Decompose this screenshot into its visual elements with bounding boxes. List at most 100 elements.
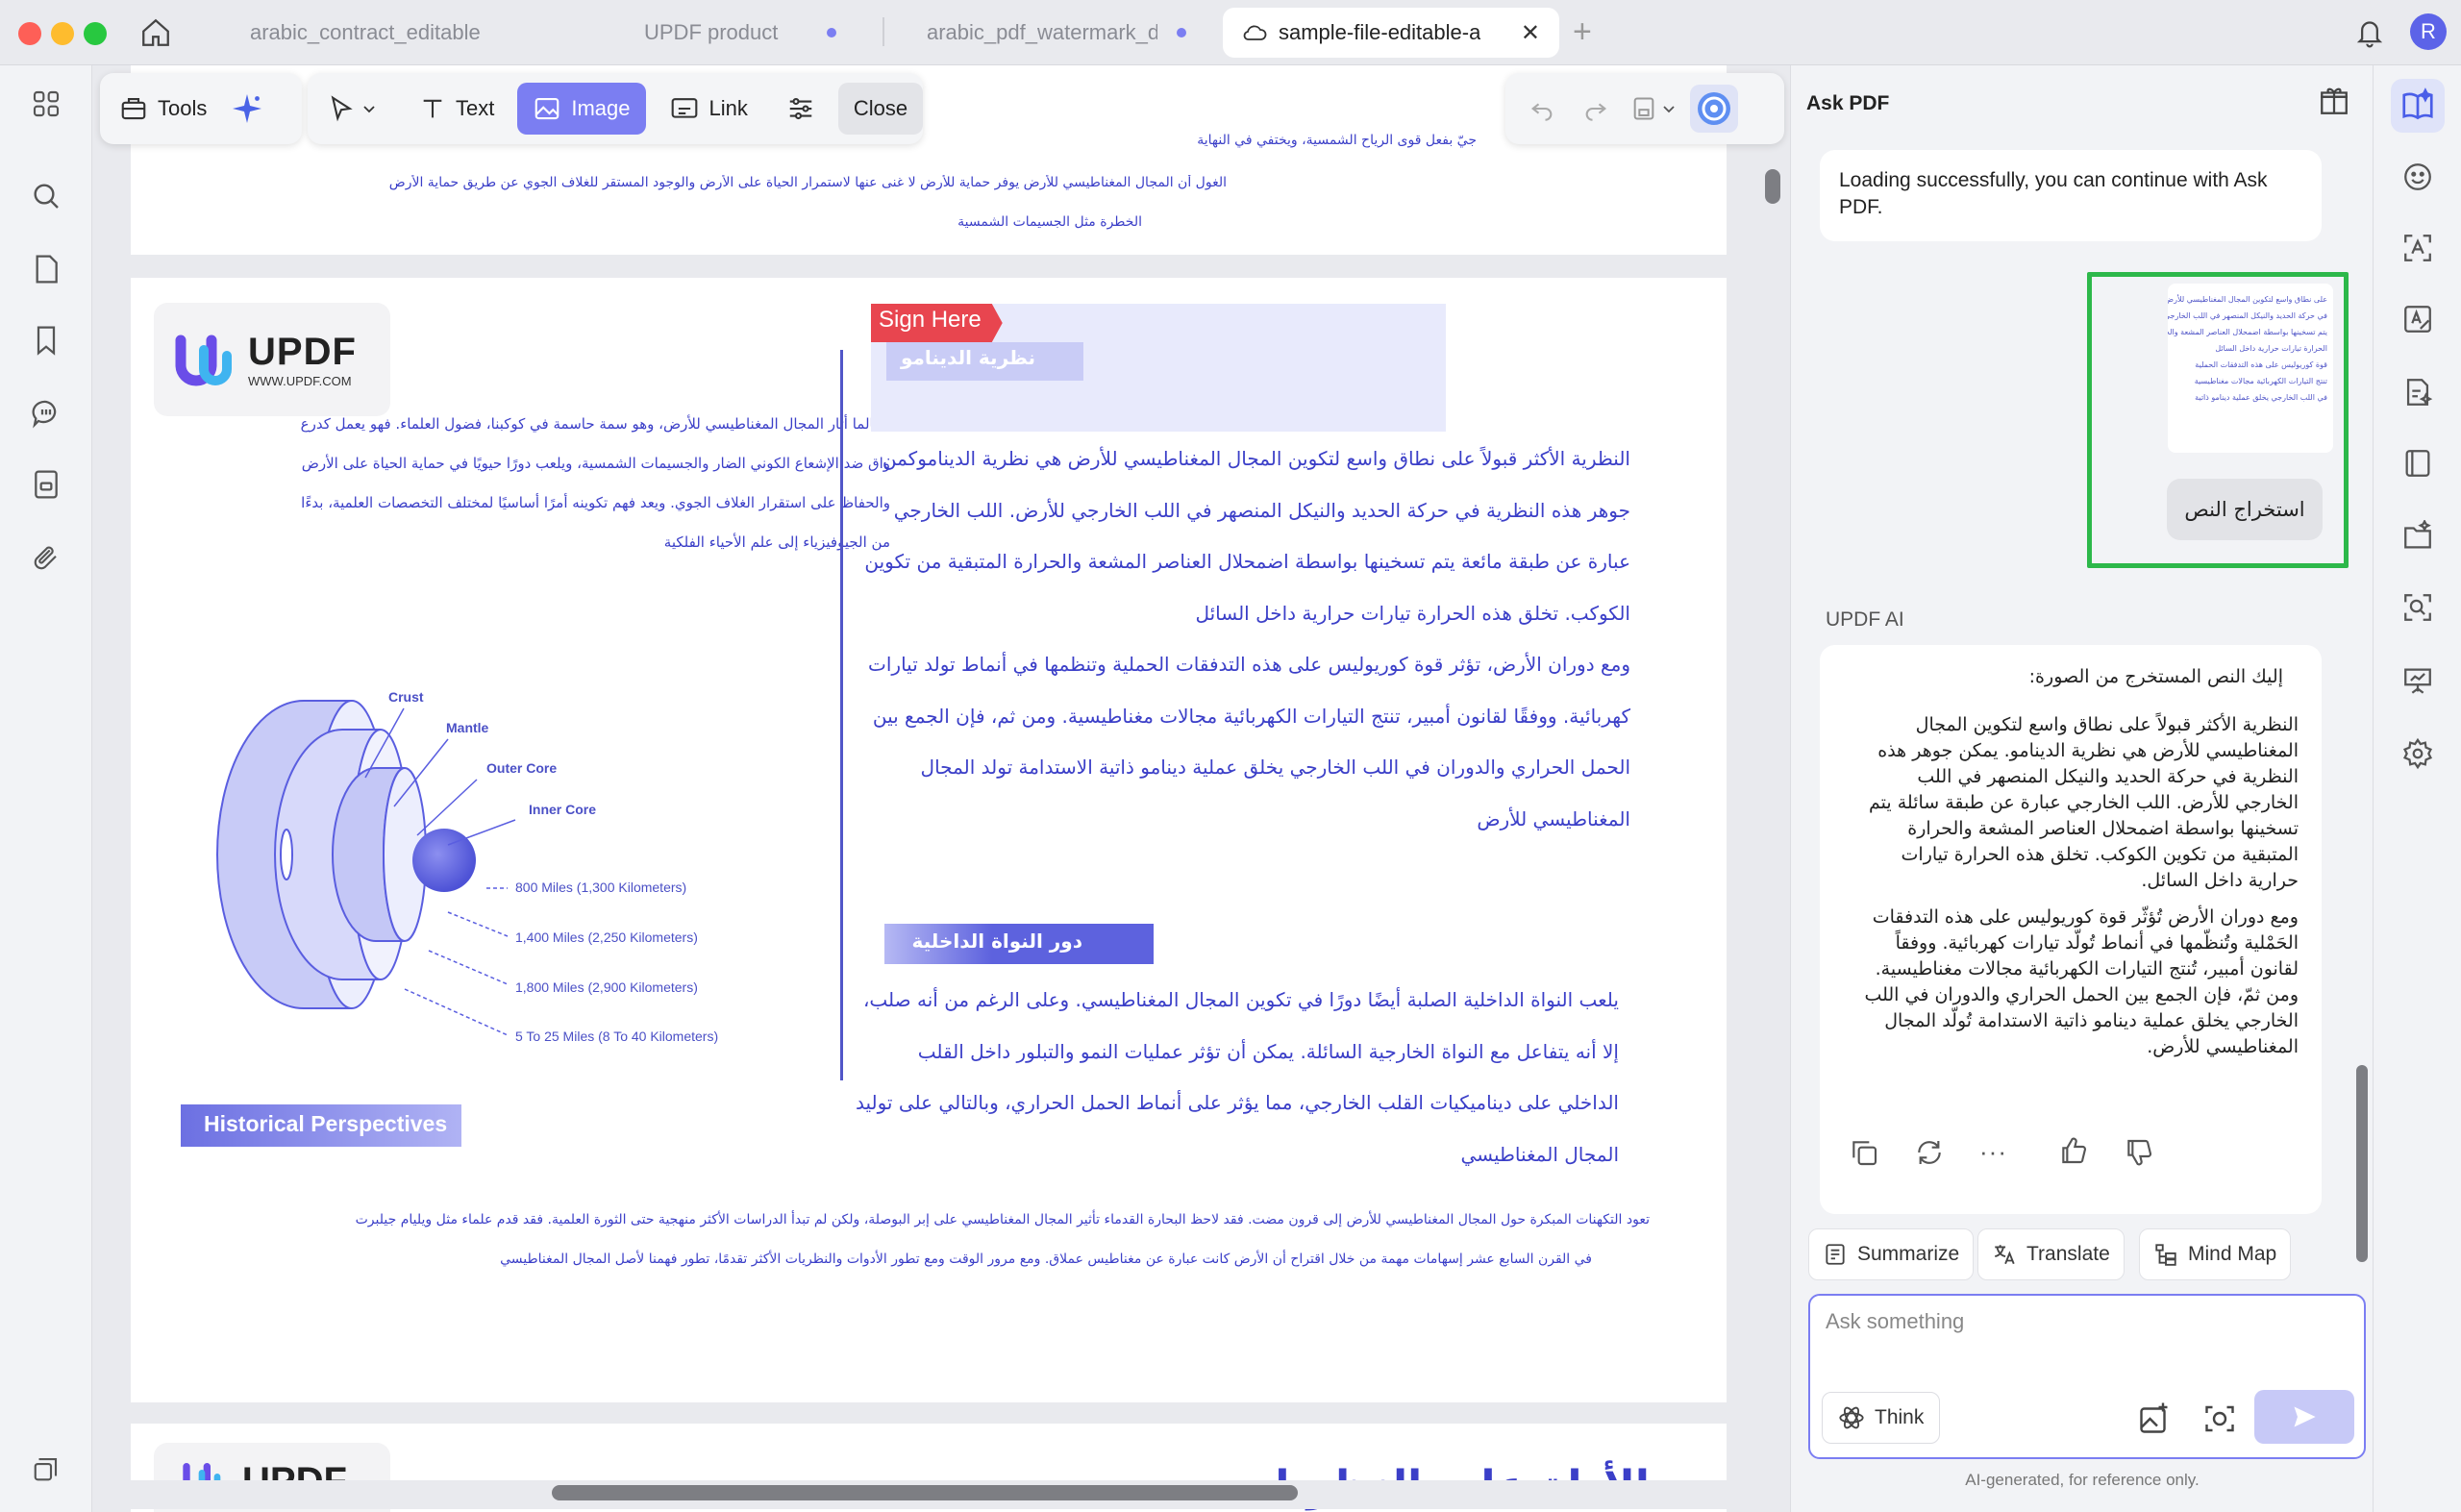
settings-gear-icon[interactable] — [2399, 734, 2437, 773]
sign-here-tag[interactable]: Sign Here — [871, 304, 1003, 342]
thumbs-down-icon[interactable] — [2124, 1137, 2154, 1168]
home-icon[interactable] — [139, 16, 172, 49]
panel-scrollbar-thumb[interactable] — [2356, 1065, 2368, 1262]
label-distance-4: 5 To 25 Miles (8 To 40 Kilometers) — [515, 1029, 719, 1044]
redo-icon — [1585, 103, 1607, 121]
save-button[interactable] — [1627, 83, 1680, 135]
ai-paragraph-2: ومع دوران الأرض تُؤثّر قوة كوريوليس على … — [1837, 905, 2299, 1060]
label-distance-1: 800 Miles (1,300 Kilometers) — [515, 880, 687, 895]
thumb-line: في اللب الخارجي يخلق عملية دينامو ذاتية — [2195, 393, 2327, 402]
tools-button[interactable]: Tools — [104, 83, 222, 135]
tab-arabic-contract[interactable]: arabic_contract_editable — [231, 8, 510, 58]
left-sidebar — [0, 65, 92, 1512]
presentation-icon[interactable] — [2399, 661, 2437, 700]
user-avatar[interactable]: R — [2410, 13, 2447, 50]
cloud-icon — [1242, 22, 1267, 43]
ocr-icon[interactable] — [2399, 229, 2437, 267]
intro-paragraph: لطالما أثار المجال المغناطيسي للأرض، وهو… — [169, 403, 890, 562]
select-tool-button[interactable] — [319, 83, 385, 135]
toolbox-icon — [121, 97, 146, 120]
text-line: تعود التكهنات المبكرة حول المجال المغناط… — [355, 1212, 1650, 1227]
layers-icon[interactable] — [27, 1450, 65, 1488]
properties-button[interactable] — [771, 83, 831, 135]
notification-bell-icon[interactable] — [2354, 16, 2385, 49]
batch-ai-icon[interactable] — [2399, 517, 2437, 556]
logo-name: UPDF — [248, 331, 357, 373]
ask-input[interactable]: Ask something — [1826, 1309, 1964, 1334]
new-tab-button[interactable]: + — [1573, 13, 1592, 51]
thumbs-up-icon[interactable] — [2058, 1135, 2089, 1166]
add-image-icon[interactable] — [2137, 1401, 2172, 1436]
edit-text-icon[interactable] — [2399, 300, 2437, 338]
gift-icon[interactable] — [2318, 85, 2350, 117]
tab-arabic-watermark[interactable]: arabic_pdf_watermark_de — [907, 8, 1206, 58]
close-edit-button[interactable]: Close — [837, 83, 924, 135]
minimize-window-button[interactable] — [51, 22, 74, 45]
ai-paragraph-1: النظرية الأكثر قبولاً على نطاق واسع لتكو… — [1837, 712, 2299, 894]
form-fields-icon[interactable] — [27, 465, 65, 504]
text-line: المجال المغناطيسي — [1460, 1142, 1619, 1166]
label-distance-3: 1,800 Miles (2,900 Kilometers) — [515, 979, 698, 995]
zoom-window-button[interactable] — [84, 22, 107, 45]
image-tool-button[interactable]: Image — [517, 83, 646, 135]
cursor-arrow-icon — [331, 95, 353, 122]
column-divider — [840, 350, 843, 1080]
text-line: ومن ثمّ، فإن الجمع بين الحمل الحراري وال… — [1864, 984, 2299, 1005]
copy-icon[interactable] — [1849, 1137, 1879, 1168]
text-line: الكوكب. تخلق هذه الحرارة تيارات حرارية د… — [1195, 601, 1630, 625]
label-crust: Crust — [388, 689, 424, 705]
translate-chip[interactable]: Translate — [1977, 1228, 2125, 1280]
more-options-icon[interactable]: ··· — [1979, 1137, 2007, 1167]
text-line: إلا أنه يتفاعل مع النواة الخارجية السائل… — [917, 1039, 1619, 1063]
send-button[interactable] — [2254, 1390, 2354, 1444]
undo-button[interactable] — [1519, 83, 1565, 135]
pages-icon[interactable] — [27, 250, 65, 288]
tab-updf-product[interactable]: UPDF product — [625, 8, 856, 58]
text-line: والحفاظ على استقرار الغلاف الجوي. ويعد ف… — [301, 494, 890, 511]
heading-inner-core: دور النواة الداخلية — [884, 924, 1154, 964]
heading-dynamo-theory: نظرية الدينامو — [886, 342, 1083, 381]
tools-toolbar: Tools — [100, 73, 302, 144]
think-toggle[interactable]: Think — [1822, 1392, 1941, 1444]
ai-chat-icon[interactable] — [2399, 158, 2437, 196]
extracted-image-thumbnail[interactable]: على نطاق واسع لتكوين المجال المغناطيسي ل… — [2168, 284, 2333, 453]
close-window-button[interactable] — [18, 22, 41, 45]
tab-sample-file[interactable]: sample-file-editable-a ✕ — [1223, 8, 1559, 58]
attachment-icon[interactable] — [27, 538, 65, 577]
mind-map-chip[interactable]: Mind Map — [2139, 1228, 2292, 1280]
text-tool-button[interactable]: Text — [404, 83, 510, 135]
close-tab-icon[interactable]: ✕ — [1521, 19, 1540, 47]
text-line: حرارية داخل السائل. — [2141, 870, 2299, 891]
text-line: الحمل الحراري والدوران في اللب الخارجي ي… — [920, 756, 1630, 779]
ask-pdf-tab-button[interactable] — [2391, 79, 2445, 133]
ai-sparkle-icon[interactable] — [230, 91, 264, 126]
text-line: الخارجي يخلق عملية دينامو ذاتية الاستدام… — [1884, 1010, 2299, 1031]
extract-text-button[interactable]: استخراج النص — [2167, 479, 2323, 540]
search-document-icon[interactable] — [2399, 588, 2437, 627]
horizontal-scrollbar-thumb[interactable] — [552, 1485, 1298, 1500]
text-line: تسخينها بواسطة اضمحلال العناصر المشعة وا… — [1907, 818, 2299, 839]
updf-logo: UPDF WWW.UPDF.COM — [154, 303, 390, 416]
summarize-chip[interactable]: Summarize — [1808, 1228, 1975, 1280]
search-icon[interactable] — [27, 177, 65, 215]
ai-document-icon[interactable] — [2399, 373, 2437, 411]
text-line: يلعب النواة الداخلية الصلبة أيضًا دورًا … — [862, 988, 1619, 1011]
reader-mode-icon[interactable] — [2399, 444, 2437, 483]
history-paragraph: تعود التكهنات المبكرة حول المجال المغناط… — [188, 1201, 1650, 1279]
regenerate-icon[interactable] — [1914, 1137, 1945, 1168]
bookmark-icon[interactable] — [27, 321, 65, 359]
tab-divider — [882, 17, 884, 46]
text-line: عبارة عن طبقة مائعة يتم تسخينها بواسطة ا… — [864, 550, 1630, 573]
screenshot-icon[interactable] — [2202, 1401, 2237, 1436]
text-line: الحَمْلية وتُنظّمها في أنماط تُولّد تيار… — [1895, 932, 2299, 954]
comments-icon[interactable] — [27, 394, 65, 433]
text-line: واق ضد الإشعاع الكوني الضار والجسيمات ال… — [301, 455, 890, 472]
ai-assistant-button[interactable] — [1690, 85, 1738, 133]
redo-button[interactable] — [1573, 83, 1619, 135]
thumbnails-icon[interactable] — [27, 85, 65, 123]
unsaved-dot — [827, 28, 836, 37]
summarize-icon — [1826, 1244, 1845, 1265]
vertical-scrollbar-thumb[interactable] — [1765, 169, 1780, 204]
link-tool-button[interactable]: Link — [654, 83, 763, 135]
text-line: المغناطيسي للأرض هي نظرية الدينامو. يمكن… — [1877, 740, 2299, 761]
